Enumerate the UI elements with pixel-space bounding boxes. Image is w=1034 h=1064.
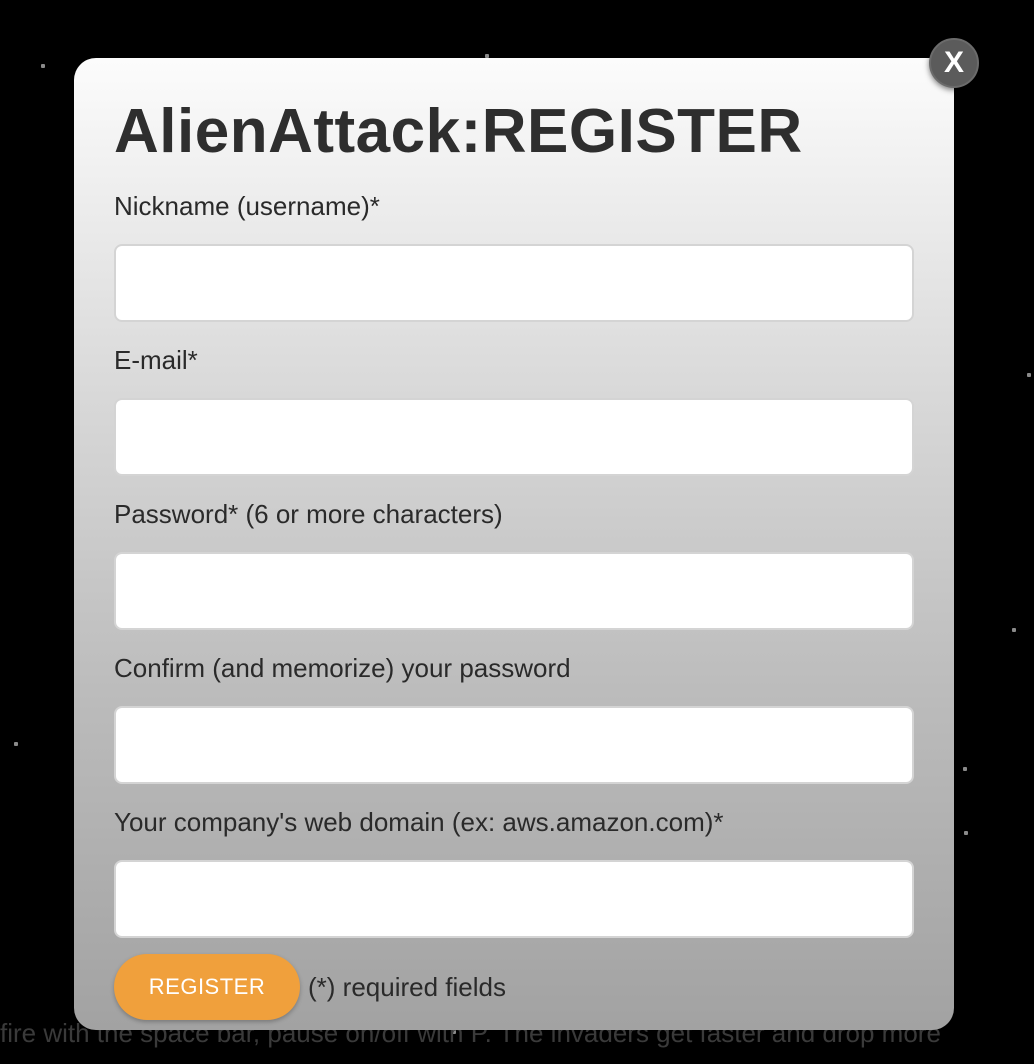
game-stage: fire with the space bar, pause on/off wi…: [0, 0, 1034, 1064]
star: [14, 742, 18, 746]
star: [964, 831, 968, 835]
star: [1012, 628, 1016, 632]
password-label: Password* (6 or more characters): [114, 499, 503, 529]
nickname-label: Nickname (username)*: [114, 191, 380, 221]
star: [1027, 373, 1031, 377]
company-domain-input[interactable]: [114, 860, 914, 938]
confirm-password-input[interactable]: [114, 706, 914, 784]
close-button[interactable]: X: [929, 38, 979, 88]
star: [41, 64, 45, 68]
password-input[interactable]: [114, 552, 914, 630]
register-modal: AlienAttack:REGISTER Nickname (username)…: [74, 58, 954, 1030]
email-input[interactable]: [114, 398, 914, 476]
email-label: E-mail*: [114, 345, 198, 375]
modal-footer: REGISTER (*) required fields: [114, 954, 914, 1020]
required-fields-note: (*) required fields: [308, 971, 506, 1002]
confirm-password-label: Confirm (and memorize) your password: [114, 653, 571, 683]
star: [963, 767, 967, 771]
modal-title: AlienAttack:REGISTER: [114, 97, 803, 166]
register-button[interactable]: REGISTER: [114, 954, 300, 1020]
close-icon: X: [943, 46, 964, 79]
company-domain-label: Your company's web domain (ex: aws.amazo…: [114, 807, 724, 837]
nickname-input[interactable]: [114, 244, 914, 322]
